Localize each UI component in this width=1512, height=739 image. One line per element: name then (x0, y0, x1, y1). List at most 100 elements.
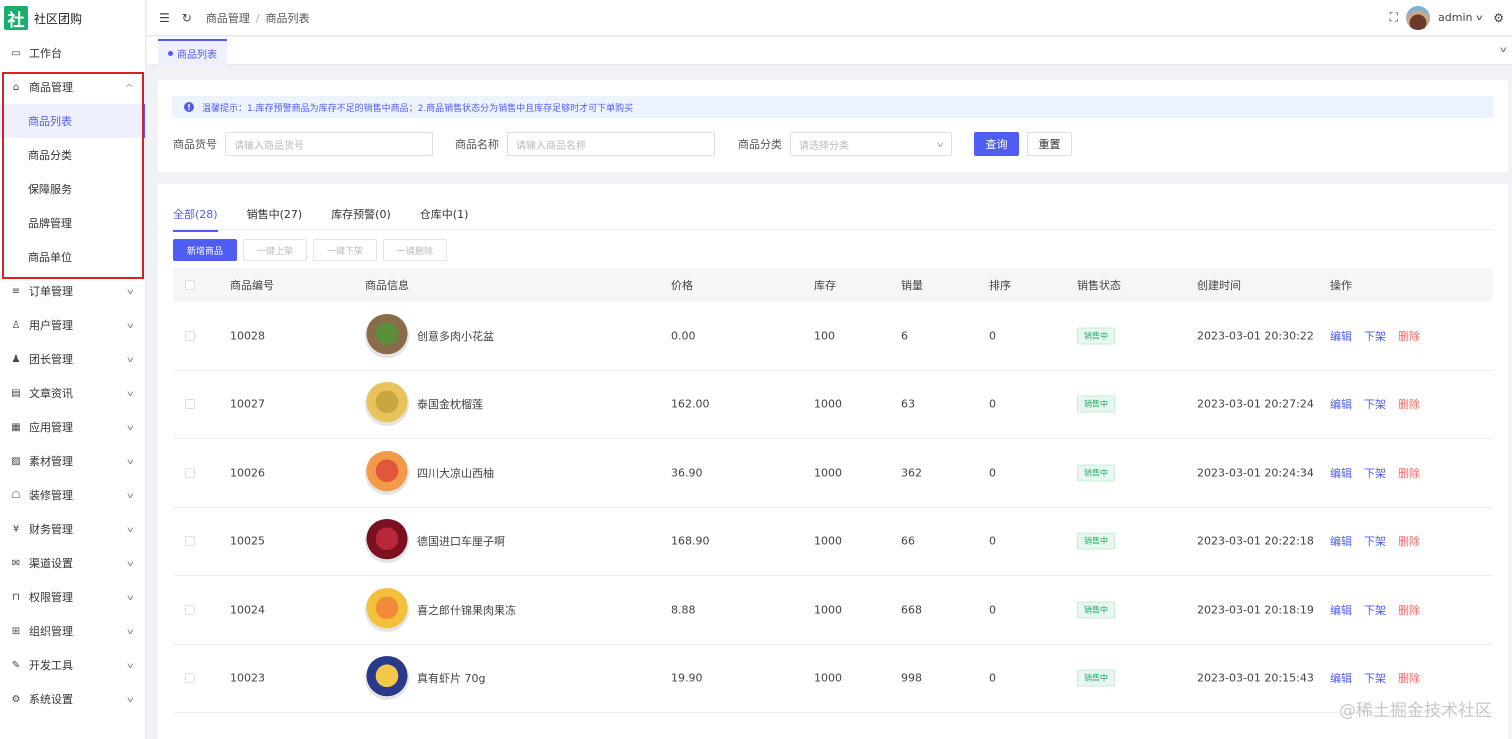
sidebar-item[interactable]: ⚙ 系统设置 v (0, 682, 145, 716)
edit-link[interactable]: 编辑 (1330, 672, 1352, 685)
created-time: 2023-03-01 20:30:22 (1197, 329, 1314, 343)
created-time: 2023-03-01 20:24:34 (1197, 466, 1314, 480)
table-row[interactable]: 10028 创意多肉小花盆 0.00 100 6 0 销售中 2023-03-01 20:30… (173, 302, 1493, 371)
chevron-up-icon: ^ (124, 82, 135, 92)
product-info[interactable]: 创意多肉小花盆 (365, 313, 494, 358)
row-checkbox[interactable] (185, 673, 195, 684)
sidebar-item[interactable]: ¥ 财务管理 v (0, 512, 145, 546)
avatar[interactable] (1406, 5, 1431, 30)
tip-alert: ! 温馨提示：1.库存预警商品为库存不足的销售中商品；2.商品销售状态分为销售中… (172, 96, 1494, 118)
sidebar-item[interactable]: ▦ 应用管理 v (0, 410, 145, 444)
sidebar-item[interactable]: ▤ 文章资讯 v (0, 376, 145, 410)
sidebar-item[interactable]: ♙ 用户管理 v (0, 308, 145, 342)
submenu-item[interactable]: 品牌管理 (0, 206, 145, 240)
delist-link[interactable]: 下架 (1364, 672, 1386, 685)
row-checkbox[interactable] (185, 330, 195, 341)
product-image[interactable] (365, 313, 409, 358)
add-product-button[interactable]: 新增商品 (173, 239, 238, 261)
sidebar-item[interactable]: ⊓ 权限管理 v (0, 580, 145, 614)
submenu-item[interactable]: 商品单位 (0, 240, 145, 274)
delete-link[interactable]: 删除 (1398, 535, 1420, 548)
chevron-down-icon: v (127, 456, 134, 466)
edit-link[interactable]: 编辑 (1330, 535, 1352, 548)
bulk-action-button[interactable]: 一键上架 (243, 239, 308, 261)
sidebar-item[interactable]: ☖ 装修管理 v (0, 478, 145, 512)
bulk-action-button[interactable]: 一键删除 (383, 239, 448, 261)
user-icon: ♙ (11, 319, 21, 331)
chevron-down-icon[interactable]: v (1476, 13, 1483, 22)
edit-link[interactable]: 编辑 (1330, 330, 1352, 343)
delist-link[interactable]: 下架 (1364, 535, 1386, 548)
query-button[interactable]: 查询 (974, 132, 1019, 156)
submenu-item[interactable]: 商品列表 (0, 104, 145, 138)
edit-link[interactable]: 编辑 (1330, 604, 1352, 617)
product-sales: 6 (901, 329, 908, 343)
delist-link[interactable]: 下架 (1364, 604, 1386, 617)
submenu-item[interactable]: 商品分类 (0, 138, 145, 172)
table-row[interactable]: 10023 真有虾片 70g 19.90 1000 998 0 销售中 2023-03-01 … (173, 645, 1493, 713)
chevron-down-icon[interactable]: v (1500, 45, 1507, 54)
image-icon: ▨ (11, 455, 21, 467)
product-info[interactable]: 喜之郎什锦果肉果冻 (365, 587, 516, 632)
product-image[interactable] (365, 587, 409, 632)
table-row[interactable]: 10026 四川大凉山西柚 36.90 1000 362 0 销售中 2023-03-01 2… (173, 439, 1493, 508)
delete-link[interactable]: 删除 (1398, 604, 1420, 617)
sidebar-item[interactable]: ♟ 团长管理 v (0, 342, 145, 376)
product-info[interactable]: 四川大凉山西柚 (365, 450, 494, 495)
row-checkbox[interactable] (185, 399, 195, 410)
sidebar-item[interactable]: ▨ 素材管理 v (0, 444, 145, 478)
sidebar-item[interactable]: ⊞ 组织管理 v (0, 614, 145, 648)
product-image[interactable] (365, 519, 409, 564)
sidebar-item[interactable]: ✉ 渠道设置 v (0, 546, 145, 580)
sidebar-item[interactable]: ⌂ 商品管理 ^ (0, 70, 145, 104)
logo[interactable]: 社 社区团购 (0, 0, 145, 36)
product-info[interactable]: 泰国金枕榴莲 (365, 382, 483, 427)
page-tab-product-list[interactable]: 商品列表 (158, 39, 227, 65)
monitor-icon: ▭ (11, 47, 21, 59)
product-image[interactable] (365, 656, 409, 701)
edit-link[interactable]: 编辑 (1330, 467, 1352, 480)
table-row[interactable]: 10027 泰国金枕榴莲 162.00 1000 63 0 销售中 2023-03-01 20… (173, 371, 1493, 439)
sidebar: 社 社区团购 ▭ 工作台 ⌂ 商品管理 ^ 商品列表 商品分类 保障服务 品牌管理 商品单位 ≡ 订单… (0, 0, 146, 739)
row-checkbox[interactable] (185, 467, 195, 478)
refresh-icon[interactable]: ↻ (182, 11, 192, 25)
select-all-checkbox[interactable] (185, 280, 195, 290)
delete-link[interactable]: 删除 (1398, 672, 1420, 685)
column-header: 库存 (814, 279, 836, 292)
product-image[interactable] (365, 450, 409, 495)
table-row[interactable]: 10024 喜之郎什锦果肉果冻 8.88 1000 668 0 销售中 2023-03-01 … (173, 576, 1493, 645)
user-name[interactable]: admin (1438, 11, 1472, 24)
chevron-down-icon: v (127, 388, 134, 398)
delete-link[interactable]: 删除 (1398, 467, 1420, 480)
delete-link[interactable]: 删除 (1398, 398, 1420, 411)
sku-input[interactable]: 请输入商品货号 (225, 132, 433, 156)
breadcrumb-item[interactable]: 商品管理 (206, 12, 250, 25)
row-actions: 编辑 下架 删除 (1330, 602, 1432, 618)
fullscreen-icon[interactable]: ⛶ (1390, 10, 1398, 25)
delist-link[interactable]: 下架 (1364, 398, 1386, 411)
bulk-action-button[interactable]: 一键下架 (313, 239, 378, 261)
table-row[interactable]: 10025 德国进口车厘子啊 168.90 1000 66 0 销售中 2023-03-01 … (173, 508, 1493, 576)
product-sort: 0 (989, 397, 996, 411)
product-id: 10024 (230, 603, 265, 617)
sidebar-item[interactable]: ≡ 订单管理 v (0, 274, 145, 308)
product-image[interactable] (365, 382, 409, 427)
reset-button[interactable]: 重置 (1027, 132, 1072, 156)
delist-link[interactable]: 下架 (1364, 467, 1386, 480)
product-info[interactable]: 德国进口车厘子啊 (365, 519, 505, 564)
product-info[interactable]: 真有虾片 70g (365, 656, 485, 701)
name-input[interactable]: 请输入商品名称 (507, 132, 715, 156)
category-select[interactable]: 请选择分类 v (790, 132, 952, 156)
settings-icon[interactable]: ⚙ (1493, 11, 1504, 25)
category-field: 商品分类 请选择分类 v (738, 132, 952, 156)
submenu-item[interactable]: 保障服务 (0, 172, 145, 206)
row-checkbox[interactable] (185, 536, 195, 547)
delist-link[interactable]: 下架 (1364, 330, 1386, 343)
menu-fold-icon[interactable]: ☰ (159, 11, 170, 25)
edit-link[interactable]: 编辑 (1330, 398, 1352, 411)
delete-link[interactable]: 删除 (1398, 330, 1420, 343)
sidebar-item[interactable]: ✎ 开发工具 v (0, 648, 145, 682)
name-label: 商品名称 (455, 138, 499, 151)
row-checkbox[interactable] (185, 604, 195, 615)
sidebar-item[interactable]: ▭ 工作台 (0, 36, 145, 70)
